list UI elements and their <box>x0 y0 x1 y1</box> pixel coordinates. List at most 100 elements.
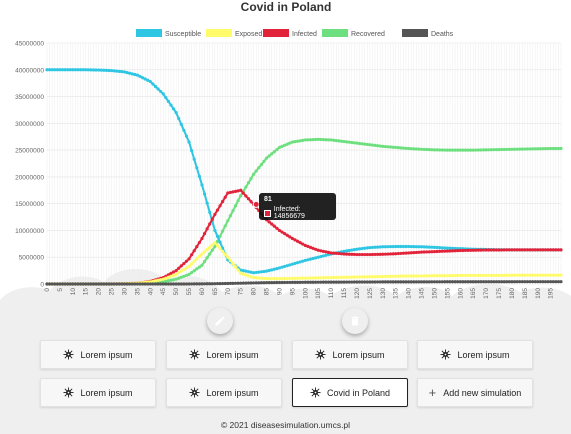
data-point-recovered <box>187 272 191 276</box>
data-point-recovered <box>267 154 271 158</box>
x-tick-label: 105 <box>315 288 322 299</box>
data-point-infected <box>197 240 201 245</box>
data-point-susceptible <box>192 157 196 161</box>
x-tick-label: 5 <box>57 288 64 292</box>
data-point-susceptible <box>187 140 191 144</box>
y-tick-label: 15000000 <box>15 201 44 208</box>
data-point-susceptible <box>159 89 163 94</box>
x-tick-label: 100 <box>302 288 309 299</box>
x-tick-label: 180 <box>509 288 516 299</box>
x-tick-label: 90 <box>276 288 283 296</box>
simulation-button[interactable]: Lorem ipsum <box>40 340 156 369</box>
data-point-recovered <box>228 214 232 218</box>
x-tick-label: 130 <box>380 288 387 299</box>
simulation-button[interactable]: Lorem ipsum <box>292 340 408 369</box>
simulation-button[interactable]: Covid in Poland <box>292 378 408 407</box>
data-point-exposed <box>215 244 220 248</box>
data-point-recovered <box>259 162 263 167</box>
x-tick-label: 35 <box>134 288 141 296</box>
data-point-exposed <box>202 250 207 254</box>
data-point-recovered <box>244 185 248 189</box>
add-simulation-button[interactable]: + Add new simulation <box>417 378 533 407</box>
data-point-recovered <box>210 248 214 252</box>
data-point-recovered <box>249 176 253 181</box>
data-point-exposed <box>195 257 199 261</box>
simulation-button[interactable]: Lorem ipsum <box>166 340 282 369</box>
edit-button[interactable] <box>207 308 233 334</box>
data-point-susceptible <box>197 174 201 178</box>
y-tick-label: 25000000 <box>15 148 44 155</box>
legend-swatch <box>322 29 348 37</box>
data-point-exposed <box>192 259 196 263</box>
virus-icon <box>189 349 201 360</box>
virus-icon <box>63 349 75 360</box>
data-point-susceptible <box>179 122 183 127</box>
data-point-infected <box>218 204 222 208</box>
data-point-susceptible <box>184 134 189 138</box>
simulation-button-label: Lorem ipsum <box>206 387 259 398</box>
legend-swatch <box>402 29 428 37</box>
data-point-susceptible <box>153 84 158 89</box>
data-point-deaths <box>559 280 563 284</box>
simulation-button[interactable]: Lorem ipsum <box>40 378 156 407</box>
simulation-button-label: Covid in Poland <box>326 387 391 398</box>
x-tick-label: 195 <box>548 288 555 299</box>
data-point-recovered <box>226 219 230 223</box>
data-point-exposed <box>213 241 217 245</box>
x-tick-label: 10 <box>70 288 77 296</box>
data-point-infected <box>213 212 217 216</box>
simulation-button-label: Lorem ipsum <box>80 349 133 360</box>
data-point-infected <box>210 217 214 221</box>
footer-copyright: © 2021 diseasesimulation.umcs.pl <box>220 420 351 430</box>
data-point-susceptible <box>195 166 199 170</box>
data-point-recovered <box>236 199 240 203</box>
data-point-susceptible <box>200 183 204 187</box>
data-point-infected <box>559 248 563 252</box>
legend-label: Susceptible <box>165 31 201 38</box>
data-point-infected <box>215 208 220 212</box>
simulation-button[interactable]: Lorem ipsum <box>417 340 533 369</box>
data-point-recovered <box>200 263 204 267</box>
data-point-infected <box>200 236 204 241</box>
data-point-recovered <box>239 194 243 198</box>
simulation-button-label: Lorem ipsum <box>206 349 259 360</box>
x-tick-label: 140 <box>406 288 413 299</box>
data-point-recovered <box>257 166 261 170</box>
data-point-recovered <box>264 156 269 160</box>
data-point-recovered <box>231 209 235 213</box>
x-tick-label: 50 <box>173 288 180 296</box>
x-tick-label: 20 <box>96 288 103 296</box>
data-point-susceptible <box>174 111 178 115</box>
chart-tooltip: 81 Infected: 14856679 <box>259 193 336 220</box>
data-point-infected <box>249 200 253 204</box>
trash-icon <box>351 316 359 326</box>
data-point-recovered <box>262 159 266 163</box>
data-point-infected <box>244 194 248 198</box>
data-point-infected <box>208 222 212 226</box>
data-point-susceptible <box>164 96 168 100</box>
data-point-infected <box>182 261 186 266</box>
data-point-exposed <box>228 258 232 263</box>
x-tick-label: 125 <box>367 288 374 299</box>
simulation-button-label: Lorem ipsum <box>332 349 385 360</box>
data-point-exposed <box>210 243 214 247</box>
line-chart: Covid in Poland 0 5000000 10000000 15000000 2… <box>15 0 563 299</box>
delete-button[interactable] <box>342 308 368 334</box>
data-point-recovered <box>192 269 196 273</box>
data-point-recovered <box>275 147 279 152</box>
series-line-susceptible <box>47 68 561 274</box>
data-point-susceptible <box>161 92 165 96</box>
data-point-infected <box>241 191 245 195</box>
tooltip-title: 81 <box>264 196 272 203</box>
app-stage: Covid in Poland 0 5000000 10000000 15000000 2… <box>0 0 571 434</box>
data-point-exposed <box>208 245 212 249</box>
x-tick-label: 0 <box>44 288 51 292</box>
simulation-button[interactable]: Lorem ipsum <box>166 378 282 407</box>
data-point-exposed <box>205 247 209 252</box>
x-tick-label: 145 <box>419 288 426 299</box>
data-point-recovered <box>202 259 207 264</box>
virus-icon <box>189 387 201 398</box>
virus-icon <box>310 387 321 398</box>
data-point-infected <box>192 249 196 253</box>
x-tick-label: 65 <box>212 288 219 296</box>
